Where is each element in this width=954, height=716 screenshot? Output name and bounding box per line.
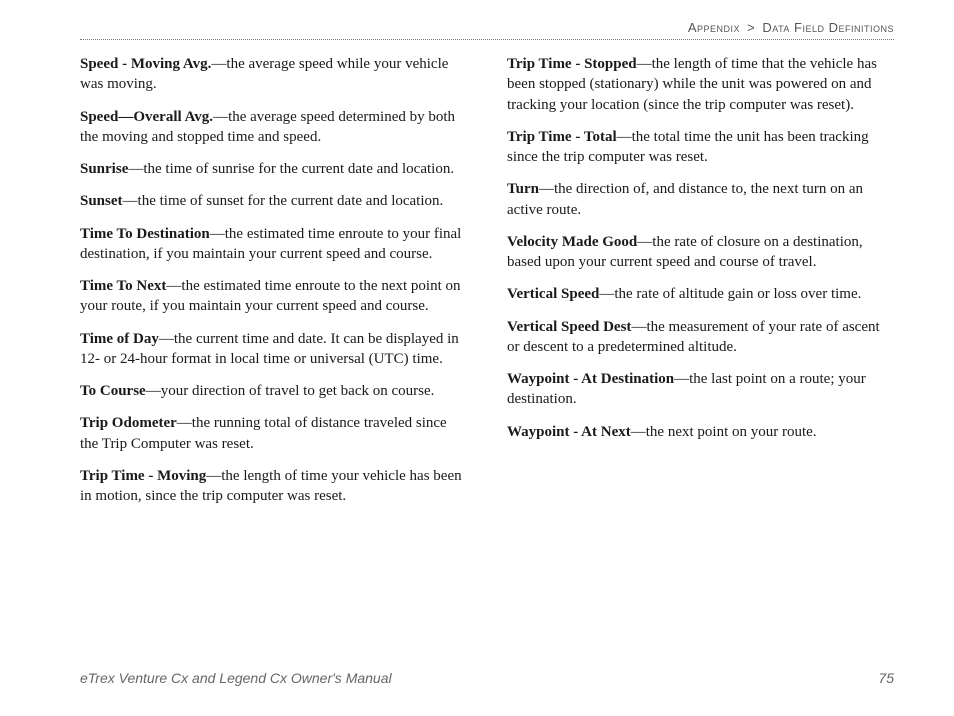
definition: —your direction of travel to get back on… — [146, 383, 435, 399]
definition-entry: Time To Destination—the estimated time e… — [80, 224, 467, 265]
term: Sunrise — [80, 161, 128, 177]
definition-entry: Waypoint - At Destination—the last point… — [507, 369, 894, 410]
definition-entry: Time of Day—the current time and date. I… — [80, 329, 467, 370]
definition-entry: Time To Next—the estimated time enroute … — [80, 276, 467, 317]
definition-entry: Trip Time - Stopped—the length of time t… — [507, 54, 894, 115]
term: Waypoint - At Next — [507, 424, 631, 440]
definition-entry: Vertical Speed—the rate of altitude gain… — [507, 284, 894, 304]
term: Vertical Speed Dest — [507, 319, 631, 335]
term: Time To Destination — [80, 226, 210, 242]
definition-entry: To Course—your direction of travel to ge… — [80, 381, 467, 401]
term: Time of Day — [80, 331, 159, 347]
definition: —the rate of altitude gain or loss over … — [599, 286, 861, 302]
header-divider — [80, 39, 894, 40]
definition-entry: Speed—Overall Avg.—the average speed det… — [80, 107, 467, 148]
definition-entry: Speed - Moving Avg.—the average speed wh… — [80, 54, 467, 95]
content-columns: Speed - Moving Avg.—the average speed wh… — [80, 54, 894, 518]
term: Trip Time - Stopped — [507, 56, 637, 72]
breadcrumb-sep: > — [747, 20, 755, 35]
term: Trip Time - Moving — [80, 468, 206, 484]
term: Sunset — [80, 193, 123, 209]
definition: —the time of sunrise for the current dat… — [128, 161, 454, 177]
definition: —the direction of, and distance to, the … — [507, 181, 863, 217]
definition-entry: Turn—the direction of, and distance to, … — [507, 179, 894, 220]
definition-entry: Trip Odometer—the running total of dista… — [80, 413, 467, 454]
term: Velocity Made Good — [507, 234, 637, 250]
term: Speed - Moving Avg. — [80, 56, 211, 72]
breadcrumb-section: Appendix — [688, 20, 740, 35]
definition-entry: Velocity Made Good—the rate of closure o… — [507, 232, 894, 273]
right-column: Trip Time - Stopped—the length of time t… — [507, 54, 894, 518]
term: Vertical Speed — [507, 286, 599, 302]
definition: —the next point on your route. — [631, 424, 817, 440]
definition-entry: Sunrise—the time of sunrise for the curr… — [80, 159, 467, 179]
left-column: Speed - Moving Avg.—the average speed wh… — [80, 54, 467, 518]
term: Speed—Overall Avg. — [80, 109, 213, 125]
definition: —the time of sunset for the current date… — [123, 193, 444, 209]
definition-entry: Waypoint - At Next—the next point on you… — [507, 422, 894, 442]
definition-entry: Trip Time - Moving—the length of time yo… — [80, 466, 467, 507]
footer-title: eTrex Venture Cx and Legend Cx Owner's M… — [80, 670, 392, 686]
definition-entry: Trip Time - Total—the total time the uni… — [507, 127, 894, 168]
term: Time To Next — [80, 278, 166, 294]
definition-entry: Vertical Speed Dest—the measurement of y… — [507, 317, 894, 358]
term: To Course — [80, 383, 146, 399]
page-footer: eTrex Venture Cx and Legend Cx Owner's M… — [80, 670, 894, 686]
breadcrumb-page: Data Field Definitions — [762, 20, 894, 35]
definition-entry: Sunset—the time of sunset for the curren… — [80, 191, 467, 211]
term: Turn — [507, 181, 539, 197]
breadcrumb: Appendix > Data Field Definitions — [80, 20, 894, 35]
page-number: 75 — [878, 670, 894, 686]
term: Trip Time - Total — [507, 129, 617, 145]
term: Trip Odometer — [80, 415, 177, 431]
term: Waypoint - At Destination — [507, 371, 674, 387]
